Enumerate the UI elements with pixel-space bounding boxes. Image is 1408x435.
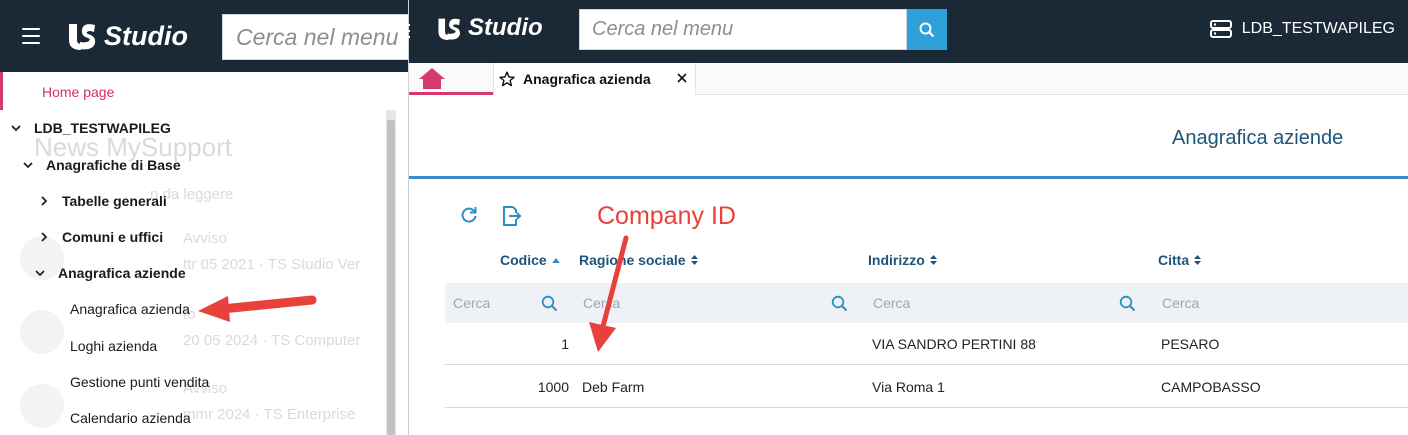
tree-item-label: LDB_TESTWAPILEG bbox=[34, 120, 171, 136]
column-header-label: Citta bbox=[1158, 252, 1190, 268]
background-app-window: Studio Cerca nel menu News MySupport n d… bbox=[0, 0, 408, 435]
tree-scrollbar-thumb[interactable] bbox=[387, 120, 395, 435]
background-topbar: Studio Cerca nel menu bbox=[0, 0, 408, 72]
studio-logo-text: Studio bbox=[104, 20, 188, 51]
refresh-icon[interactable] bbox=[459, 205, 479, 225]
chevron-right-icon bbox=[38, 231, 50, 243]
chevron-down-icon bbox=[10, 122, 22, 134]
cell-codice: 1 bbox=[561, 336, 569, 352]
search-icon[interactable] bbox=[1119, 295, 1136, 312]
tree-item-label: Gestione punti vendita bbox=[70, 374, 210, 390]
tree-item-label: Tabelle generali bbox=[62, 193, 167, 209]
chevron-down-icon bbox=[22, 159, 34, 171]
sort-asc-icon bbox=[551, 258, 560, 263]
studio-logo[interactable]: Studio bbox=[66, 20, 188, 52]
studio-logo-icon bbox=[438, 18, 460, 40]
home-icon bbox=[419, 67, 445, 89]
column-header-indirizzo[interactable]: Indirizzo bbox=[868, 252, 938, 268]
server-icon bbox=[1209, 20, 1232, 38]
filter-placeholder: Cerca bbox=[583, 295, 621, 311]
table-row[interactable]: 1000 Deb Farm Via Roma 1 CAMPOBASSO bbox=[445, 366, 1408, 408]
cell-citta: CAMPOBASSO bbox=[1161, 379, 1261, 395]
chevron-right-icon bbox=[38, 195, 50, 207]
tree-item-anagrafica-azienda[interactable]: Anagrafica azienda bbox=[70, 301, 190, 317]
page-header: Anagrafica aziende bbox=[409, 95, 1408, 179]
tree-item-label: Anagrafiche di Base bbox=[46, 157, 181, 173]
table-filter-row: Cerca Cerca Cerca Cerca bbox=[445, 283, 1408, 323]
tab-home[interactable] bbox=[409, 63, 493, 95]
cell-indirizzo: Via Roma 1 bbox=[872, 379, 945, 395]
tree-item-label: Comuni e uffici bbox=[62, 229, 164, 245]
database-user-label: LDB_TESTWAPILEG bbox=[1241, 20, 1395, 37]
column-header-label: Indirizzo bbox=[868, 252, 925, 268]
filter-input-citta[interactable]: Cerca bbox=[1162, 283, 1402, 323]
filter-input-indirizzo[interactable]: Cerca bbox=[873, 283, 1153, 323]
cell-citta: PESARO bbox=[1161, 336, 1220, 352]
annotation-company-id-label: Company ID bbox=[597, 202, 736, 230]
navigation-tree: Home page LDB_TESTWAPILEG Anagrafiche di… bbox=[0, 72, 400, 435]
column-header-ragione-sociale[interactable]: Ragione sociale bbox=[579, 252, 699, 268]
hamburger-menu-icon[interactable] bbox=[22, 28, 40, 44]
page-title: Anagrafica aziende bbox=[1172, 127, 1344, 149]
tree-item-calendario-azienda[interactable]: Calendario azienda bbox=[70, 410, 191, 426]
foreground-app-window: Studio Cerca nel menu LDB_TESTWAPILEG An… bbox=[406, 0, 1408, 435]
filter-placeholder: Cerca bbox=[873, 295, 911, 311]
tree-item-label: Anagrafica azienda bbox=[70, 301, 190, 317]
menu-search-input[interactable]: Cerca nel menu bbox=[579, 9, 907, 50]
tree-item-home-page-label: Home page bbox=[42, 84, 115, 100]
column-header-label: Codice bbox=[500, 252, 547, 268]
menu-search-placeholder: Cerca nel menu bbox=[592, 18, 734, 40]
tree-item-home-page[interactable]: Home page bbox=[0, 72, 400, 110]
export-icon[interactable] bbox=[500, 205, 522, 227]
tab-bar: Anagrafica azienda bbox=[409, 63, 1408, 95]
search-icon bbox=[919, 22, 935, 37]
star-outline-icon[interactable] bbox=[499, 71, 515, 87]
cell-ragione-sociale: Deb Farm bbox=[582, 379, 645, 395]
tree-item-label: Anagrafica aziende bbox=[58, 265, 186, 281]
sort-icon bbox=[690, 255, 698, 265]
filter-placeholder: Cerca bbox=[453, 295, 491, 311]
studio-logo-text: Studio bbox=[468, 14, 543, 41]
studio-logo-icon bbox=[69, 24, 96, 50]
cell-codice: 1000 bbox=[537, 379, 569, 395]
tree-item-label: Loghi azienda bbox=[70, 338, 158, 354]
column-header-codice[interactable]: Codice bbox=[500, 252, 561, 268]
tab-label: Anagrafica azienda bbox=[523, 71, 651, 87]
sort-icon bbox=[929, 255, 937, 265]
tree-item-anagrafiche-di-base[interactable]: Anagrafiche di Base bbox=[22, 157, 181, 173]
tree-item-anagrafica-aziende[interactable]: Anagrafica aziende bbox=[34, 265, 186, 281]
menu-icon[interactable] bbox=[406, 24, 410, 40]
filter-placeholder: Cerca bbox=[1162, 295, 1200, 311]
background-menu-search-input[interactable]: Cerca nel menu bbox=[222, 14, 408, 60]
tab-anagrafica-azienda[interactable]: Anagrafica azienda bbox=[493, 63, 696, 95]
background-menu-search-placeholder: Cerca nel menu bbox=[236, 23, 399, 50]
sort-icon bbox=[1194, 255, 1202, 265]
search-icon[interactable] bbox=[831, 295, 848, 312]
tree-item-label: Calendario azienda bbox=[70, 410, 191, 426]
filter-input-ragione-sociale[interactable]: Cerca bbox=[583, 283, 863, 323]
app-topbar: Studio Cerca nel menu LDB_TESTWAPILEG bbox=[406, 0, 1408, 63]
cell-indirizzo: VIA SANDRO PERTINI 88 bbox=[872, 336, 1036, 352]
database-user-menu[interactable]: LDB_TESTWAPILEG bbox=[1209, 20, 1395, 38]
chevron-down-icon bbox=[34, 267, 46, 279]
search-icon[interactable] bbox=[541, 295, 558, 312]
column-header-citta[interactable]: Citta bbox=[1158, 252, 1202, 268]
tree-item-tabelle-generali[interactable]: Tabelle generali bbox=[38, 193, 167, 209]
tree-item-gestione-punti-vendita[interactable]: Gestione punti vendita bbox=[70, 374, 209, 390]
tree-item-loghi-azienda[interactable]: Loghi azienda bbox=[70, 338, 157, 354]
screenshot-root: Studio Cerca nel menu News MySupport n d… bbox=[0, 0, 1408, 435]
menu-search-button[interactable] bbox=[907, 9, 947, 50]
close-icon[interactable] bbox=[675, 71, 689, 85]
tree-item-comuni-e-uffici[interactable]: Comuni e uffici bbox=[38, 229, 163, 245]
studio-logo[interactable]: Studio bbox=[436, 14, 543, 42]
table-row[interactable]: 1 VIA SANDRO PERTINI 88 PESARO bbox=[445, 323, 1408, 365]
filter-input-codice[interactable]: Cerca bbox=[453, 283, 563, 323]
column-header-label: Ragione sociale bbox=[579, 252, 686, 268]
tree-item-ldb-testwapileg[interactable]: LDB_TESTWAPILEG bbox=[10, 120, 171, 136]
